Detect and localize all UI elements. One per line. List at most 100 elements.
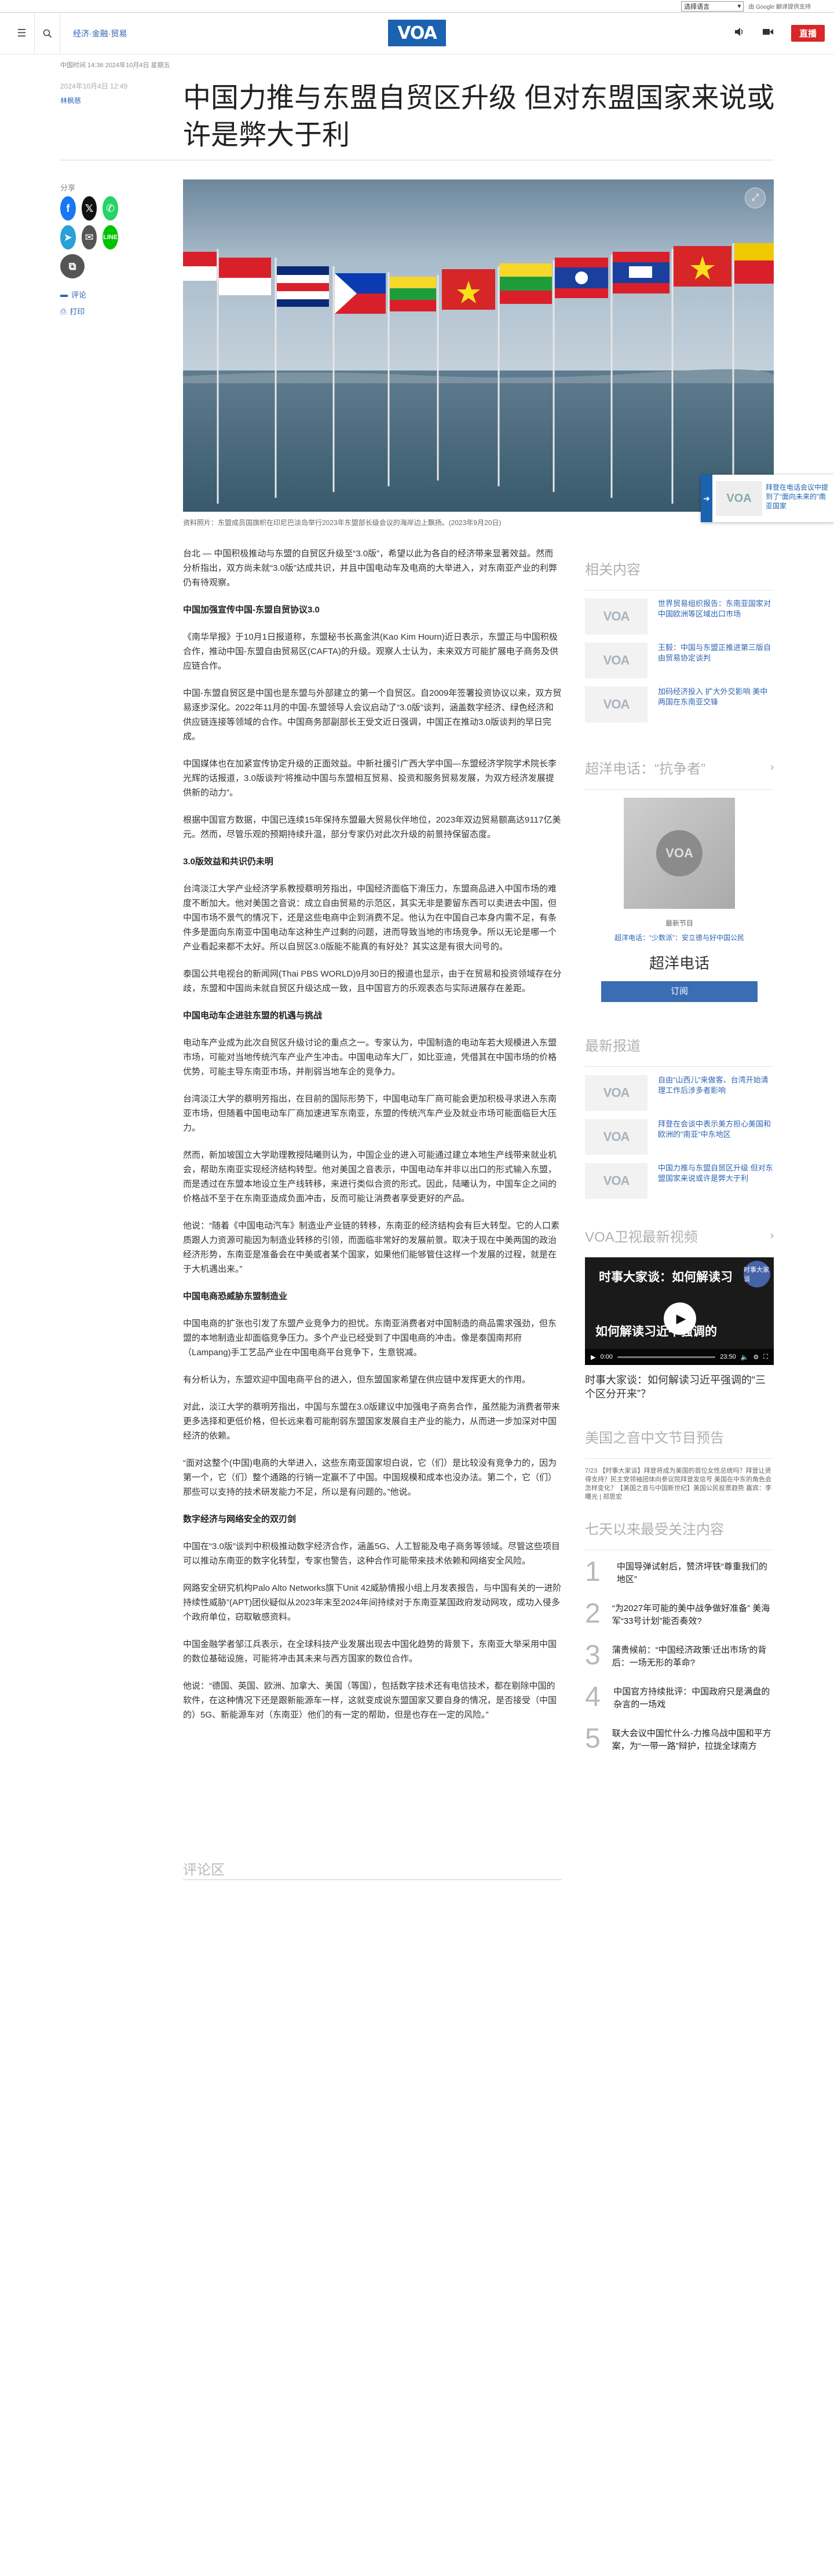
program-cover[interactable]: VOA <box>624 798 735 909</box>
story-title: 王毅：中国与东盟正推进第三版自由贸易协定谈判 <box>658 643 771 662</box>
article-paragraph: 有分析认为，东盟欢迎中国电商平台的进入，但东盟国家希望在供应链中发挥更大的作用。 <box>183 1375 531 1385</box>
related-list: VOA 世界贸易组织报告：东南亚国家对中国欧洲等区域出口市场 VOA 王毅：中国与东盟… <box>585 599 774 722</box>
hero-image: ⤢ <box>183 179 774 512</box>
schedule-text: 7/23 【时事大家谈】拜登将成为美国的首位女性总统吗？拜登让贤得支持？民主党领… <box>585 1467 772 1500</box>
language-select-label: 选择语言 <box>684 3 710 10</box>
most-read-title-text: 七天以来最受关注内容 <box>585 1522 724 1537</box>
section-heading: 中国电商恐威胁东盟制造业 <box>183 1291 288 1301</box>
story-item[interactable]: VOA 加码经济投入 扩大外交影响 美中两国在东南亚交锋 <box>585 687 774 722</box>
expand-icon[interactable]: ⤢ <box>745 188 766 208</box>
story-item[interactable]: VOA 王毅：中国与东盟正推进第三版自由贸易协定谈判 <box>585 643 774 678</box>
most-read-title: “为2027年可能的美中战争做好准备” 美海军“33号计划”能否奏效? <box>612 1603 770 1626</box>
email-share-icon[interactable]: ✉ <box>81 225 97 249</box>
video-player[interactable]: 时事大家谈：如何解读习 时事大家谈 ▶ 如何解读习近平强调的 ▶ 0:00 23… <box>585 1257 774 1365</box>
voa-logo-placeholder: VOA <box>603 609 630 623</box>
live-button[interactable]: 直播 <box>791 25 825 42</box>
article-paragraph: 泰国公共电视台的新闻网(Thai PBS WORLD)9月30日的报道也显示，由… <box>183 969 562 993</box>
article-paragraph: 他说：“随着《中国电动汽车》制造业产业链的转移，东南亚的经济结构会有巨大转型。它… <box>183 1221 559 1274</box>
subscribe-button[interactable]: 订阅 <box>601 981 758 1002</box>
article-paragraph: 中国媒体也在加紧宣传协定升级的正面效益。中新社援引广西大学中国—东盟经济学院学术… <box>183 759 557 798</box>
story-item[interactable]: VOA 中国力推与东盟自贸区升级 但对东盟国家来说或许是弊大于利 <box>585 1163 774 1199</box>
program-block: VOA 最新节目 超洋电话：“少数派”：安立德与好中国公民 超洋电话 订阅 <box>585 798 774 1002</box>
article-title: 中国力推与东盟自贸区升级 但对东盟国家来说或许是弊大于利 <box>183 83 775 151</box>
program-title[interactable]: 超洋电话：“抗争者” › <box>585 757 774 777</box>
program-latest-label: 最新节目 <box>665 919 693 927</box>
section-heading: 3.0版效益和共识仍未明 <box>183 857 273 867</box>
x-share-icon[interactable]: 𝕏 <box>81 196 97 221</box>
play-small-icon[interactable]: ▶ <box>591 1353 595 1361</box>
story-thumbnail: VOA <box>585 687 648 722</box>
comments-divider <box>183 1879 562 1880</box>
story-title: 自由“山西儿”来做客、台湾开始清理工作后涉多者影响 <box>658 1076 769 1095</box>
video-camera-icon[interactable] <box>762 28 774 39</box>
article-author[interactable]: 林枫慈 <box>60 96 81 105</box>
video-progress-bar[interactable] <box>617 1356 716 1358</box>
copy-link-icon[interactable]: ⧉ <box>60 254 85 278</box>
article-paragraph: “面对这整个(中国)电商的大举进入，这些东南亚国家坦白说，它（们）是比较没有竞争… <box>183 1458 557 1497</box>
video-caption[interactable]: 时事大家谈：如何解读习近平强调的“三个区分开来”？ <box>585 1373 774 1401</box>
fullscreen-icon[interactable]: ⛶ <box>763 1353 768 1361</box>
telegram-share-icon[interactable]: ➤ <box>60 225 76 249</box>
program-title-text: 超洋电话：“抗争者” <box>585 761 705 777</box>
whatsapp-share-icon[interactable]: ✆ <box>103 196 119 221</box>
asean-flags-illustration <box>183 179 774 512</box>
story-item[interactable]: VOA 拜登在会谈中表示美方担心美国和欧洲的”南亚”中东地区 <box>585 1119 774 1155</box>
most-read-rank: 1 <box>585 1557 601 1587</box>
story-item[interactable]: VOA 世界贸易组织报告：东南亚国家对中国欧洲等区域出口市场 <box>585 599 774 634</box>
article-paragraph: 《南华早报》于10月1日报道称，东盟秘书长高金洪(Kao Kim Hourn)近… <box>183 632 559 671</box>
story-title: 加码经济投入 扩大外交影响 美中两国在东南亚交锋 <box>658 687 768 706</box>
video-overlay-subtitle: 如何解读习近平强调的 <box>595 1325 717 1338</box>
arrow-right-icon[interactable]: ➜ <box>701 475 712 522</box>
section-heading: 数字经济与网络安全的双刃剑 <box>183 1514 297 1524</box>
most-read-title: 联大会议中国忙什么-力推乌战中国和平方案，为“一带一路”辩护，拉拢全球南方 <box>612 1729 771 1751</box>
google-translate-credit: 由 Google 翻译提供支持 <box>748 4 811 10</box>
video-section-title[interactable]: VOA卫视最新视频 › <box>585 1225 774 1246</box>
video-duration: 23:50 <box>720 1353 736 1360</box>
most-read-item[interactable]: 3 蒲贵候前：“中国经济政策‘迁出市场’的背后：一场无形的革命? <box>585 1642 774 1669</box>
floating-card-thumbnail: VOA <box>716 481 762 516</box>
settings-icon[interactable]: ⚙ <box>753 1353 759 1361</box>
voa-logo[interactable]: VOA <box>388 20 446 46</box>
voa-logo-placeholder: VOA <box>603 1173 630 1188</box>
most-read-item[interactable]: 5 联大会议中国忙什么-力推乌战中国和平方案，为“一带一路”辩护，拉拢全球南方 <box>585 1725 774 1753</box>
story-title: 中国力推与东盟自贸区升级 但对东盟国家来说或许是弊大于利 <box>658 1164 773 1183</box>
article-paragraph: 中国在“3.0版”谈判中积极推动数字经济合作，涵盖5G、人工智能及电子商务等领域… <box>183 1542 560 1566</box>
schedule-title: 美国之音中文节目预告 <box>585 1426 774 1447</box>
line-share-icon[interactable]: LINE <box>103 225 119 249</box>
most-read-item[interactable]: 4 中国官方持续批评：中国政府只是满盘的杂言的一场戏 <box>585 1683 774 1711</box>
chevron-right-icon: › <box>770 1230 774 1241</box>
chevron-down-icon: ▾ <box>737 3 741 10</box>
program-episode-link[interactable]: 超洋电话：“少数派”：安立德与好中国公民 <box>585 933 774 942</box>
story-thumbnail: VOA <box>585 1075 648 1111</box>
story-thumbnail: VOA <box>585 599 648 634</box>
image-caption: 资料照片：东盟成员国旗帜在印尼巴淡岛举行2023年东盟部长级会议的海岸边上飘扬。… <box>183 519 502 527</box>
facebook-share-icon[interactable]: f <box>60 196 76 221</box>
article-paragraph: 台湾淡江大学的蔡明芳指出，在目前的国际形势下，中国电动车厂商可能会更加积极寻求进… <box>183 1094 557 1133</box>
related-title-text: 相关内容 <box>585 562 641 578</box>
article-paragraph: 中国电商的扩张也引发了东盟产业竞争力的担忧。东南亚消费者对中国制造的商品需求强劲… <box>183 1319 557 1357</box>
most-read-rank: 5 <box>585 1723 601 1754</box>
volume-icon[interactable]: 🔈 <box>741 1353 749 1361</box>
story-item[interactable]: VOA 自由“山西儿”来做客、台湾开始清理工作后涉多者影响 <box>585 1075 774 1111</box>
voa-logo-placeholder: VOA <box>603 697 630 711</box>
most-read-item[interactable]: 2 “为2027年可能的美中战争做好准备” 美海军“33号计划”能否奏效? <box>585 1600 774 1628</box>
story-thumbnail: VOA <box>585 1119 648 1155</box>
search-icon[interactable] <box>35 13 60 54</box>
comment-link[interactable]: ▬ 评论 <box>60 289 118 300</box>
most-read-rank: 4 <box>585 1682 601 1712</box>
video-section-title-text: VOA卫视最新视频 <box>585 1230 698 1245</box>
section-link[interactable]: 经济·金融·贸易 <box>73 28 127 39</box>
most-read-item[interactable]: 1 中国导弹试射后，赞济坪铁“尊重我们的地区” <box>585 1558 774 1586</box>
article-paragraph: 中国金融学者邹江兵表示，在全球科技产业发展出现去中国化趋势的背景下，东南亚大举采… <box>183 1639 557 1664</box>
article-paragraph: 对此，淡江大学的蔡明芳指出，中国与东盟在3.0版建议中加强电子商务合作，虽然能为… <box>183 1402 560 1441</box>
floating-story-card[interactable]: ➜ VOA 拜登在电话会议中提到了“面向未来的”南亚国家 <box>701 475 834 522</box>
speaker-icon[interactable] <box>734 27 745 39</box>
language-select[interactable]: 选择语言 ▾ <box>681 1 744 12</box>
article-paragraph: 根据中国官方数据，中国已连续15年保持东盟最大贸易伙伴地位，2023年双边贸易额… <box>183 815 561 839</box>
latest-list: VOA 自由“山西儿”来做客、台湾开始清理工作后涉多者影响 VOA 拜登在会谈中表示美… <box>585 1075 774 1199</box>
menu-icon[interactable]: ☰ <box>9 13 35 54</box>
story-title: 世界贸易组织报告：东南亚国家对中国欧洲等区域出口市场 <box>658 599 771 618</box>
print-icon: ⎙ <box>60 306 67 315</box>
article-paragraph: 中国-东盟自贸区是中国也是东盟与外部建立的第一个自贸区。自2009年签署投资协议… <box>183 688 562 742</box>
print-link[interactable]: ⎙ 打印 <box>60 306 118 317</box>
